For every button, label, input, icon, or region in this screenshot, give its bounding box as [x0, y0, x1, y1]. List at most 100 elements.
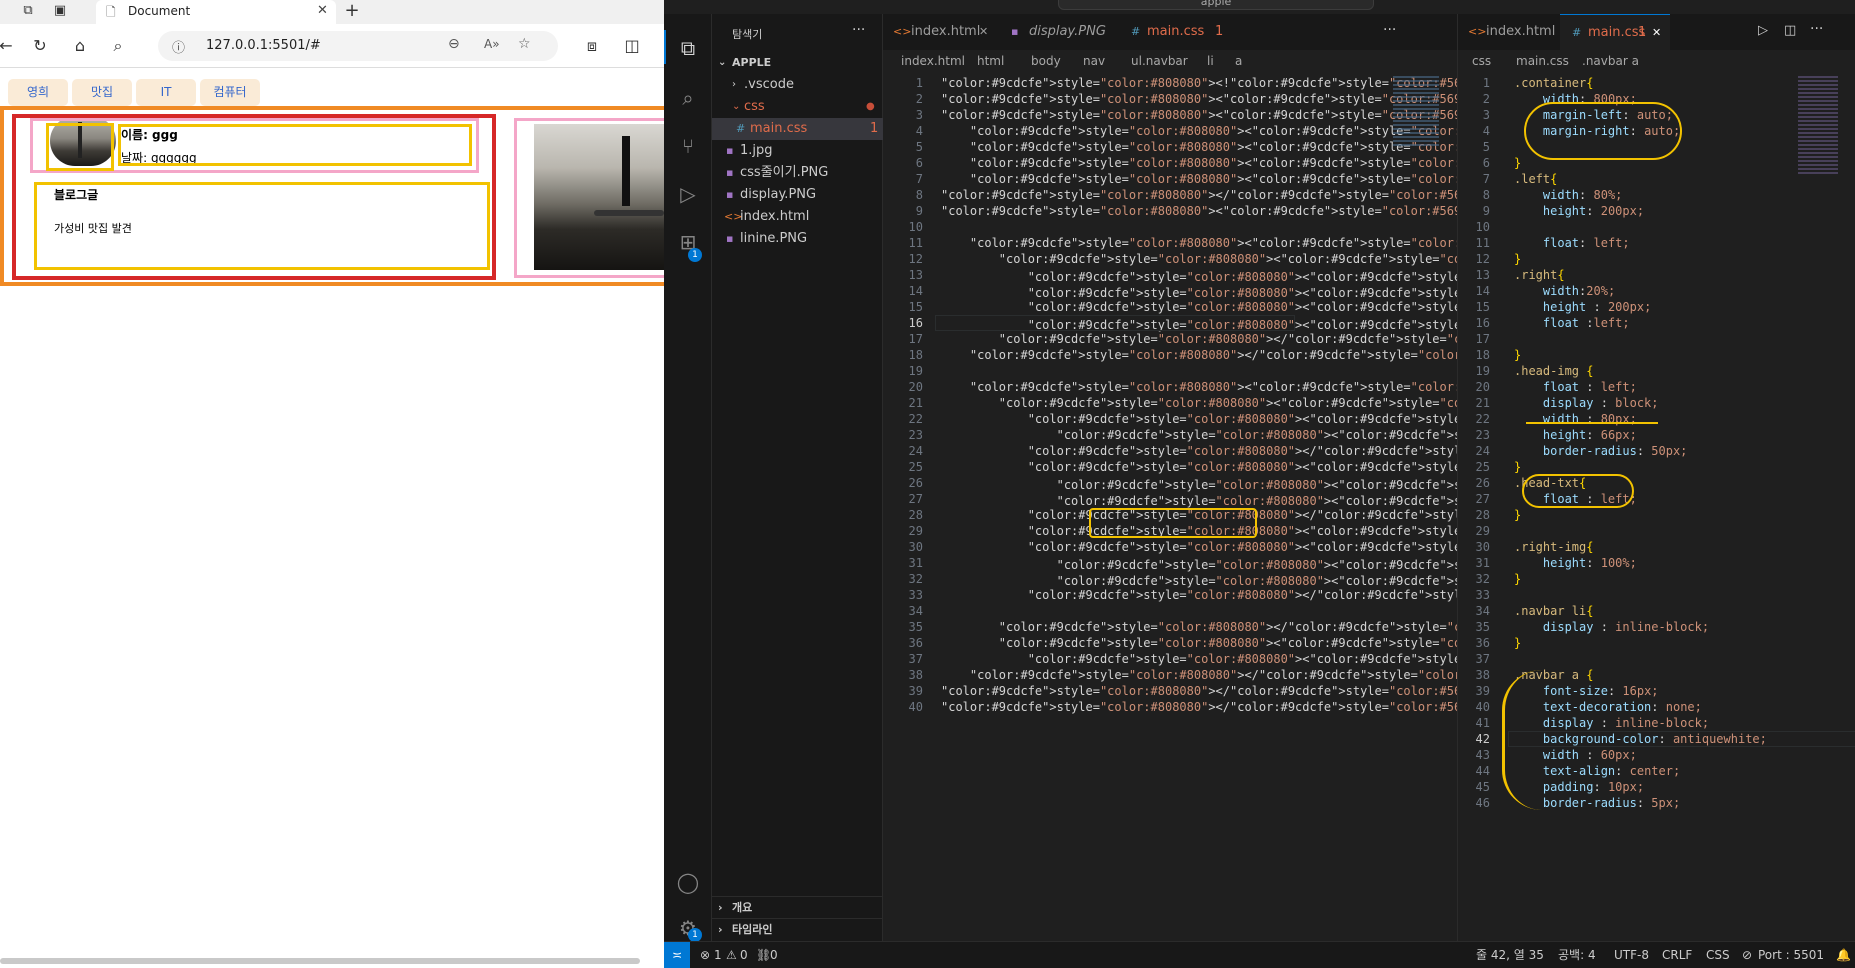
breadcrumb-item[interactable]: main.css	[1516, 50, 1569, 72]
tree-item-main-css[interactable]: # main.css 1	[712, 118, 883, 140]
code-line[interactable]: }	[1514, 348, 1521, 362]
run-icon[interactable]: ▷	[1758, 23, 1768, 38]
split-screen-icon[interactable]: ◫	[622, 36, 642, 56]
breadcrumb-item[interactable]: html	[977, 50, 1004, 72]
tree-item-1-jpg[interactable]: ▪ 1.jpg	[712, 140, 883, 162]
code-line[interactable]: .right{	[1514, 268, 1565, 282]
minimap[interactable]	[1393, 72, 1453, 192]
explorer-root[interactable]: ⌄ APPLE	[712, 52, 883, 74]
read-aloud-icon[interactable]: A»	[484, 37, 500, 51]
tab-main-css[interactable]: # main.css 1 ✕	[1560, 14, 1670, 50]
back-icon[interactable]: ←	[0, 36, 16, 56]
tree-item-css[interactable]: ⌄ css ●	[712, 96, 883, 118]
info-icon[interactable]: ⓘ	[172, 37, 185, 56]
ports-count[interactable]: 0	[770, 942, 778, 968]
workspaces-icon[interactable]: ⧉	[20, 3, 36, 19]
code-line[interactable]: float: left;	[1514, 236, 1630, 250]
encoding[interactable]: UTF-8	[1614, 942, 1649, 968]
search-icon[interactable]: ⌕	[674, 84, 702, 112]
breadcrumb-item[interactable]: css	[1472, 50, 1491, 72]
breadcrumb-item[interactable]: .navbar a	[1582, 50, 1639, 72]
code-line[interactable]: }	[1514, 508, 1521, 522]
code-line[interactable]: .left{	[1514, 172, 1557, 186]
code-line[interactable]: .navbar li{	[1514, 604, 1593, 618]
code-line[interactable]: border-radius: 50px;	[1514, 444, 1688, 458]
vertical-tabs-icon[interactable]: ▣	[52, 3, 68, 19]
command-center[interactable]: apple	[1058, 0, 1374, 10]
split-editor-icon[interactable]: ◫	[1784, 23, 1796, 38]
outline-section[interactable]: › 개요	[712, 896, 883, 918]
code-line[interactable]: }	[1514, 156, 1521, 170]
tree-item-vscode[interactable]: › .vscode	[712, 74, 883, 96]
code-line[interactable]: }	[1514, 636, 1521, 650]
tree-item-display-png[interactable]: ▪ display.PNG	[712, 184, 883, 206]
code-line[interactable]: }	[1514, 572, 1521, 586]
code-line[interactable]: display : inline-block;	[1514, 716, 1709, 730]
breadcrumb-item[interactable]: nav	[1083, 50, 1105, 72]
code-line[interactable]: display : inline-block;	[1514, 620, 1709, 634]
code-line[interactable]: height : 200px;	[1514, 300, 1651, 314]
breadcrumb-item[interactable]: ul.navbar	[1131, 50, 1188, 72]
tree-item-linine-png[interactable]: ▪ linine.PNG	[712, 228, 883, 250]
code-line[interactable]: display : block;	[1514, 396, 1659, 410]
ports-icon[interactable]: ⛓	[756, 942, 771, 968]
code-line[interactable]: .container{	[1514, 76, 1593, 90]
nav-link-1[interactable]: 맛집	[72, 79, 132, 106]
tab-main-css[interactable]: # main.css 1	[1119, 14, 1237, 50]
run-debug-icon[interactable]: ▷	[674, 180, 702, 208]
explorer-icon[interactable]: ⧉	[674, 34, 702, 62]
timeline-section[interactable]: › 타임라인	[712, 918, 883, 940]
code-line[interactable]: "color:#9cdcfe">style="color:#808080"><"…	[941, 204, 1533, 218]
code-line[interactable]: text-decoration: none;	[1514, 700, 1702, 714]
indentation[interactable]: 공백: 4	[1558, 942, 1596, 968]
nav-link-2[interactable]: IT	[136, 79, 196, 106]
more-actions-icon[interactable]: ···	[1383, 22, 1396, 38]
broadcast-icon[interactable]: ⊘	[1742, 942, 1752, 968]
tab-index-html[interactable]: <> index.html	[1458, 14, 1560, 50]
close-icon[interactable]: ✕	[979, 14, 988, 50]
breadcrumb-item[interactable]: index.html	[901, 50, 965, 72]
error-count[interactable]: 1	[714, 942, 722, 968]
tree-item-css-png[interactable]: ▪ css줄이기.PNG	[712, 162, 883, 184]
url-field[interactable]: ⓘ 127.0.0.1:5501/# ⊖ A» ☆	[158, 31, 558, 61]
search-icon[interactable]: ⌕	[108, 36, 128, 56]
warning-icon[interactable]: ⚠	[726, 942, 737, 968]
tab-display-png[interactable]: ▪ display.PNG	[1001, 14, 1119, 50]
code-line[interactable]: .right-img{	[1514, 540, 1593, 554]
nav-link-3[interactable]: 컴퓨터	[200, 79, 260, 106]
remote-icon[interactable]: ≍	[664, 942, 690, 968]
language-mode[interactable]: CSS	[1706, 942, 1730, 968]
code-line[interactable]: width: 80%;	[1514, 188, 1622, 202]
cursor-position[interactable]: 줄 42, 열 35	[1476, 942, 1544, 968]
code-line[interactable]: height: 100%;	[1514, 556, 1637, 570]
code-line[interactable]: height: 66px;	[1514, 428, 1637, 442]
minimap[interactable]	[1798, 72, 1855, 192]
close-icon[interactable]: ✕	[1652, 15, 1661, 51]
nav-link-0[interactable]: 영희	[8, 79, 68, 106]
line-ending[interactable]: CRLF	[1662, 942, 1692, 968]
breadcrumb-item[interactable]: li	[1207, 50, 1214, 72]
warning-count[interactable]: 0	[740, 942, 748, 968]
account-icon[interactable]: ◯	[674, 868, 702, 896]
code-line[interactable]: }	[1514, 252, 1521, 266]
code-line[interactable]: }	[1514, 460, 1521, 474]
code-line[interactable]: height: 200px;	[1514, 204, 1644, 218]
refresh-icon[interactable]: ↻	[30, 36, 50, 56]
tree-item-index-html[interactable]: <> index.html	[712, 206, 883, 228]
zoom-icon[interactable]: ⊖	[448, 36, 460, 52]
code-line[interactable]: background-color: antiquewhite;	[1514, 732, 1767, 746]
close-icon[interactable]: ✕	[317, 3, 328, 18]
more-actions-icon[interactable]: ···	[1810, 21, 1823, 37]
tab-index-html[interactable]: <> index.html ✕	[883, 14, 1001, 50]
browser-tab[interactable]: 🗋 Document ✕	[96, 0, 336, 24]
new-tab-icon[interactable]: +	[344, 2, 360, 20]
code-line[interactable]: width:20%;	[1514, 284, 1615, 298]
bell-icon[interactable]: 🔔	[1836, 942, 1851, 968]
live-server-port[interactable]: Port : 5501	[1758, 942, 1824, 968]
favorite-star-icon[interactable]: ☆	[518, 36, 531, 52]
errors-icon[interactable]: ⊗	[700, 942, 710, 968]
code-line[interactable]: float : left;	[1514, 380, 1637, 394]
breadcrumb-item[interactable]: body	[1031, 50, 1061, 72]
home-icon[interactable]: ⌂	[70, 36, 90, 56]
horizontal-scrollbar[interactable]	[0, 958, 640, 964]
